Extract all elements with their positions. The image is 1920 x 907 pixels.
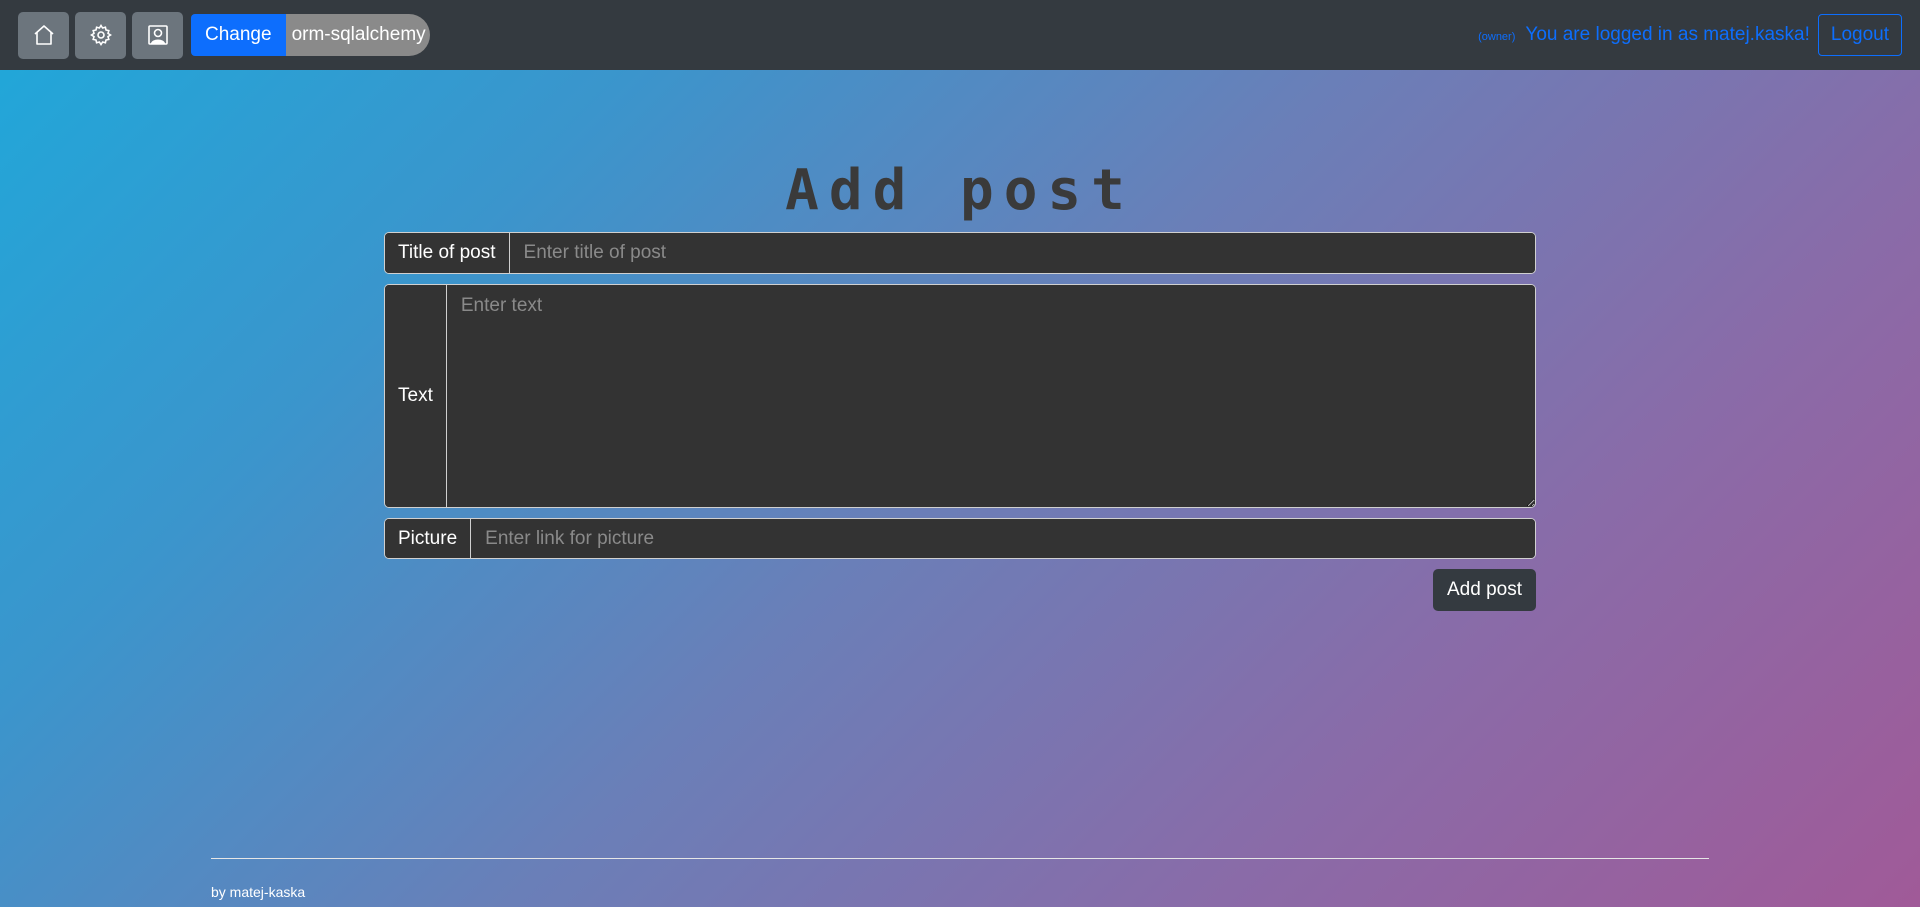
user-area: (owner) You are logged in as matej.kaska…	[1478, 0, 1902, 70]
role-badge: (owner)	[1478, 31, 1516, 43]
picture-input[interactable]	[471, 519, 1535, 558]
database-switcher: Change orm-sqlalchemy	[191, 14, 430, 56]
page-title: Add post	[785, 158, 1135, 223]
title-row: Title of post	[384, 232, 1536, 274]
footer-credit: by matej-kaska	[211, 884, 306, 900]
title-input[interactable]	[509, 233, 1535, 273]
home-icon	[33, 25, 54, 45]
settings-button[interactable]	[75, 11, 126, 59]
add-post-button[interactable]: Add post	[1433, 569, 1536, 611]
text-input[interactable]	[446, 285, 1535, 507]
submit-container: Add post	[384, 569, 1536, 611]
picture-label: Picture	[385, 519, 472, 558]
picture-row: Picture	[384, 518, 1536, 559]
navbar: Change orm-sqlalchemy (owner) You are lo…	[0, 0, 1920, 70]
home-button[interactable]	[18, 11, 69, 59]
gear-icon	[89, 24, 112, 46]
database-label: orm-sqlalchemy	[285, 14, 430, 56]
change-button[interactable]: Change	[191, 14, 286, 56]
logout-button[interactable]: Logout	[1817, 14, 1902, 56]
profile-button[interactable]	[132, 11, 183, 59]
login-status: You are logged in as matej.kaska!	[1525, 24, 1810, 45]
add-post-form: Title of post Text Picture Add post	[384, 232, 1536, 611]
text-label: Text	[385, 285, 447, 507]
text-row: Text	[384, 284, 1536, 508]
footer-divider	[211, 858, 1709, 859]
title-label: Title of post	[385, 233, 510, 273]
user-icon	[147, 25, 168, 45]
